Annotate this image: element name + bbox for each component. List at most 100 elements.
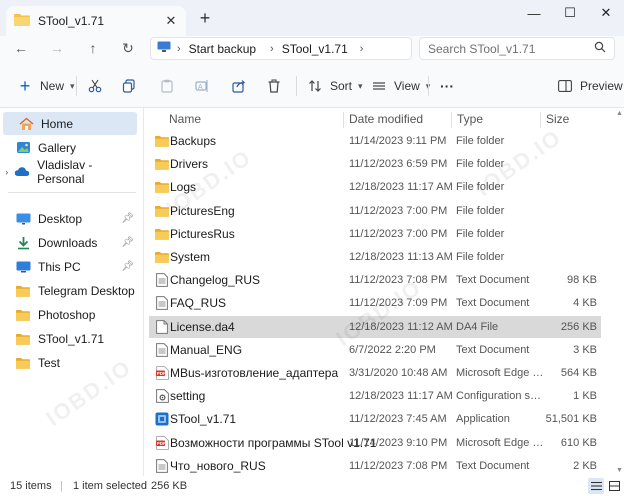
sort-label: Sort xyxy=(330,79,353,93)
cut-button[interactable] xyxy=(86,76,104,96)
search-input[interactable]: Search STool_v1.71 xyxy=(428,42,594,56)
file-row[interactable]: License.da4 12/18/2023 11:12 AM DA4 File 25… xyxy=(149,315,601,338)
file-row[interactable]: Drivers 11/12/2023 6:59 PM File folder xyxy=(149,153,601,175)
sidebar-item-downloads[interactable]: Downloads 📌︎ xyxy=(0,231,140,254)
sidebar-item-desktop[interactable]: Desktop 📌︎ xyxy=(0,207,140,230)
paste-button[interactable] xyxy=(158,76,176,96)
new-tab-button[interactable]: + xyxy=(196,9,214,27)
copy-button[interactable] xyxy=(120,76,138,96)
column-header-name[interactable]: Name xyxy=(169,108,201,130)
file-name: Backups xyxy=(170,134,217,148)
tab-stool[interactable]: STool_v1.71 ✕ xyxy=(6,6,186,36)
more-options-button[interactable]: ··· xyxy=(440,76,454,96)
file-type: Text Document xyxy=(456,297,530,310)
column-header-date[interactable]: Date modified xyxy=(349,108,423,130)
chevron-down-icon: ▾ xyxy=(358,80,363,91)
sidebar-item-gallery[interactable]: Gallery xyxy=(0,136,140,159)
sidebar-item-label: Test xyxy=(38,355,61,370)
up-button[interactable]: ↑ xyxy=(83,38,103,58)
sidebar-item-stool[interactable]: STool_v1.71 xyxy=(0,327,140,350)
file-row[interactable]: Changelog_RUS 11/12/2023 7:08 PM Text Docu… xyxy=(149,269,601,291)
file-icon xyxy=(155,319,169,334)
close-button[interactable]: ✕ xyxy=(588,0,624,26)
file-name: Возможности программы STool v1.71 xyxy=(170,435,377,450)
sidebar-item-telegram-desktop[interactable]: Telegram Desktop xyxy=(0,279,140,302)
copy-icon xyxy=(120,77,138,95)
column-divider[interactable] xyxy=(343,112,344,128)
sidebar-item-this-pc[interactable]: This PC 📌︎ xyxy=(0,255,140,278)
file-row[interactable]: PicturesRus 11/12/2023 7:00 PM File folder xyxy=(149,223,601,245)
file-row[interactable]: System 12/18/2023 11:13 AM File folder xyxy=(149,246,601,268)
forward-button[interactable]: → xyxy=(47,38,67,58)
sidebar-item-home[interactable]: Home xyxy=(3,112,137,135)
tiles-view-icon[interactable] xyxy=(606,478,622,494)
file-type: File folder xyxy=(456,135,505,147)
file-type: Text Document xyxy=(456,343,530,356)
navigation-pane: Home Gallery › Vladislav - Personal Desk… xyxy=(0,108,144,476)
plus-icon: + xyxy=(19,75,31,96)
settings-file-icon xyxy=(155,389,169,404)
address-bar[interactable]: › Start backup › STool_v1.71 › xyxy=(150,37,412,60)
chevron-right-icon[interactable]: › xyxy=(0,167,14,177)
view-button[interactable]: View ▾ xyxy=(370,76,430,96)
view-label: View xyxy=(394,79,420,93)
file-size: 610 KB xyxy=(560,436,597,449)
file-row[interactable]: Что_нового_RUS 11/12/2023 7:08 PM Text Doc… xyxy=(149,455,601,476)
sidebar-divider xyxy=(8,192,136,193)
sidebar-item-test[interactable]: Test xyxy=(0,351,140,374)
tab-close-icon[interactable]: ✕ xyxy=(162,12,180,30)
preview-button[interactable]: Preview xyxy=(556,76,623,96)
rename-button[interactable]: A xyxy=(193,76,211,96)
file-row[interactable]: Manual_ENG 6/7/2022 2:20 PM Text Document 3… xyxy=(149,339,601,361)
details-view-icon[interactable] xyxy=(588,478,604,494)
file-type: File folder xyxy=(456,204,505,217)
file-name: setting xyxy=(170,389,206,404)
rename-icon: A xyxy=(193,77,211,95)
column-header-size[interactable]: Size xyxy=(546,108,569,130)
trash-icon xyxy=(265,77,283,95)
file-row[interactable]: PicturesEng 11/12/2023 7:00 PM File folder xyxy=(149,200,601,222)
sidebar-item-onedrive[interactable]: › Vladislav - Personal xyxy=(0,158,140,186)
file-size: 1 KB xyxy=(573,390,597,403)
sort-button[interactable]: Sort ▾ xyxy=(306,76,363,96)
file-row[interactable]: STool_v1.71 11/12/2023 7:45 AM Application… xyxy=(149,408,601,430)
file-name: PicturesRus xyxy=(170,226,235,241)
file-row[interactable]: Logs 12/18/2023 11:17 AM File folder xyxy=(149,176,601,198)
file-date: 11/12/2023 6:59 PM xyxy=(349,158,448,171)
search-box[interactable]: Search STool_v1.71 xyxy=(419,37,615,60)
breadcrumb-start-backup[interactable]: Start backup xyxy=(189,42,256,56)
file-row[interactable]: setting 12/18/2023 11:17 AM Configuration … xyxy=(149,385,601,407)
file-type: Microsoft Edge P... xyxy=(456,367,544,379)
maximize-button[interactable]: ☐ xyxy=(552,0,588,26)
file-row[interactable]: FAQ_RUS 11/12/2023 7:09 PM Text Document 4 … xyxy=(149,292,601,314)
toolbar-divider xyxy=(76,76,77,96)
file-name: System xyxy=(170,250,211,264)
file-date: 3/31/2020 10:48 AM xyxy=(349,367,448,379)
back-button[interactable]: ← xyxy=(11,38,31,58)
view-icon xyxy=(370,77,388,95)
breadcrumb-stool[interactable]: STool_v1.71 xyxy=(282,42,348,56)
navigation-bar: ← → ↑ ↻ › Start backup › STool_v1.71 › S… xyxy=(0,36,624,60)
column-header-type[interactable]: Type xyxy=(457,108,483,130)
sidebar-item-photoshop[interactable]: Photoshop xyxy=(0,303,140,326)
minimize-button[interactable]: — xyxy=(516,0,552,26)
delete-button[interactable] xyxy=(265,76,283,96)
scroll-up-icon[interactable]: ▲ xyxy=(616,110,623,117)
scroll-down-icon[interactable]: ▼ xyxy=(616,467,623,474)
file-row[interactable]: Backups 11/14/2023 9:11 PM File folder xyxy=(149,130,601,152)
new-label: New xyxy=(40,79,65,93)
pin-icon: 📌︎ xyxy=(121,213,134,224)
refresh-button[interactable]: ↻ xyxy=(118,38,138,58)
file-date: 11/14/2023 9:10 PM xyxy=(349,436,448,449)
column-divider[interactable] xyxy=(451,112,452,128)
sort-ascending-icon: ⌃ xyxy=(248,108,256,114)
file-row[interactable]: PDF MBus-изготовление_адаптера 3/31/2020 1… xyxy=(149,362,601,384)
vertical-scrollbar[interactable]: ▲ ▼ xyxy=(616,110,623,474)
pc-icon xyxy=(14,259,32,275)
share-button[interactable] xyxy=(230,76,248,96)
toolbar-divider xyxy=(428,76,429,96)
file-date: 12/18/2023 11:17 AM xyxy=(349,390,453,403)
file-row[interactable]: PDF Возможности программы STool v1.71 11/1… xyxy=(149,432,601,454)
new-button[interactable]: + New ▾ xyxy=(16,76,75,96)
column-divider[interactable] xyxy=(540,112,541,128)
